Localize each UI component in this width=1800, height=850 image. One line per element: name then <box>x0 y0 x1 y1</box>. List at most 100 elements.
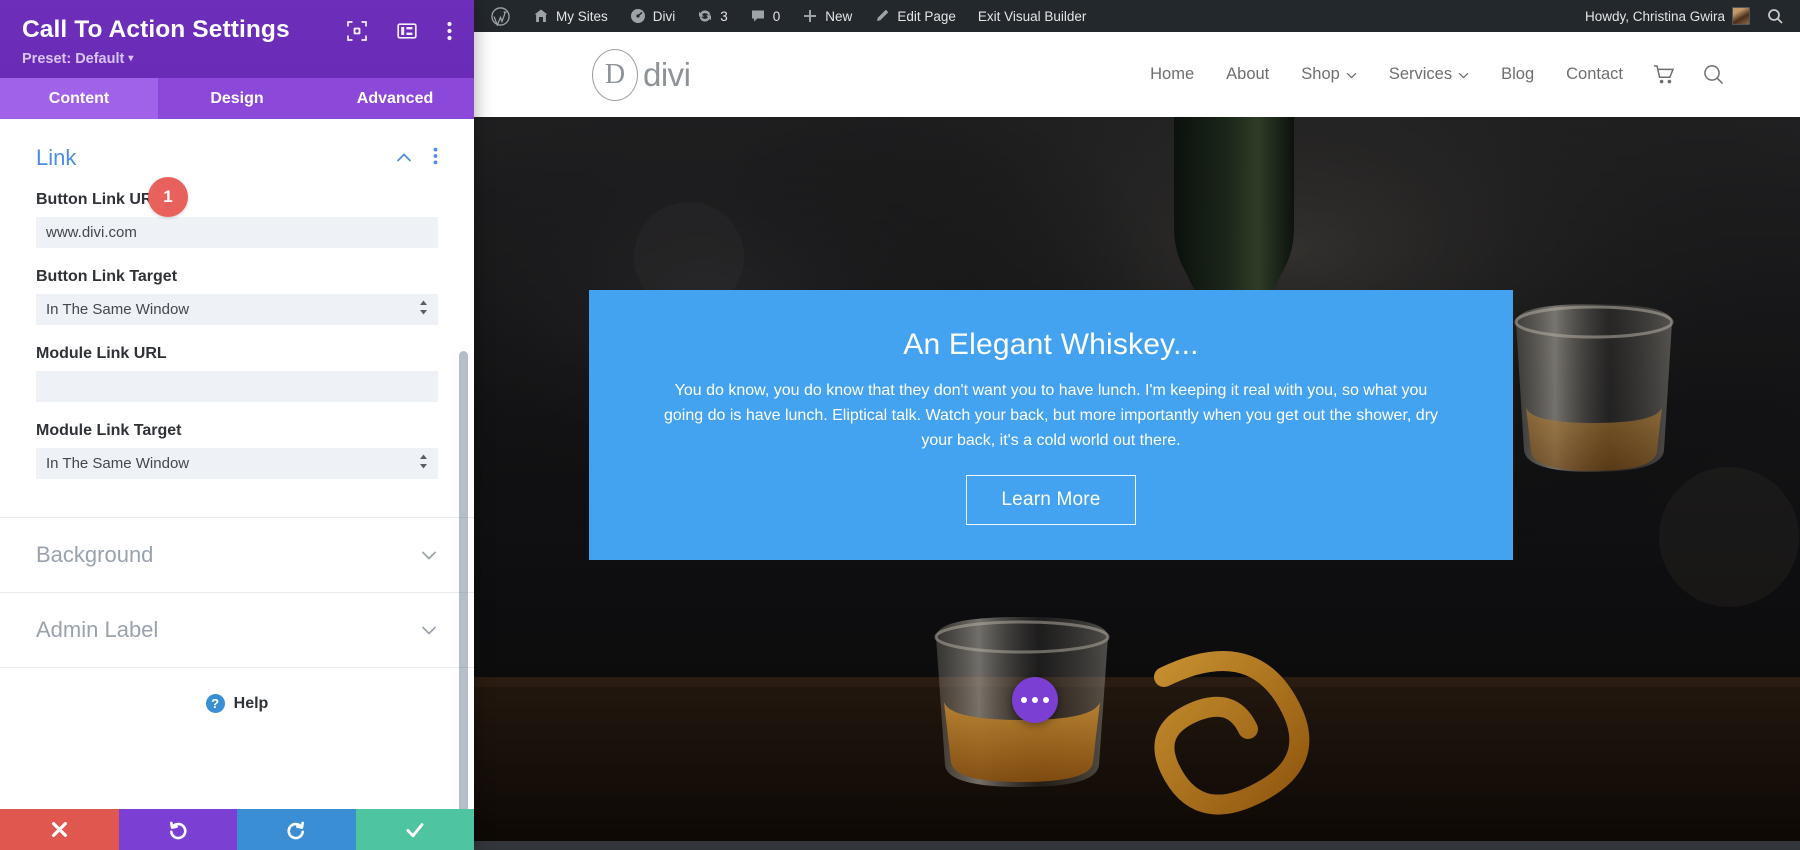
tab-label: Advanced <box>357 90 433 108</box>
settings-tabs: Content Design Advanced <box>0 78 474 119</box>
button-link-url-input[interactable] <box>36 217 438 248</box>
learn-more-button[interactable]: Learn More <box>966 475 1135 525</box>
admin-bar-label: Exit Visual Builder <box>978 9 1087 24</box>
section-title-background: Background <box>36 542 420 568</box>
admin-bar-account[interactable]: Howdy, Christina Gwira <box>1574 0 1761 32</box>
visual-builder-screen: My Sites Divi 3 0 <box>0 0 1800 850</box>
page-title: Call To Action Settings <box>22 16 347 44</box>
field-module-link-url: Module Link URL <box>0 345 474 402</box>
section-header-background[interactable]: Background <box>0 518 474 593</box>
button-link-target-select[interactable]: In The Same Window <box>36 294 438 325</box>
field-button-link-target: Button Link Target In The Same Window <box>0 268 474 325</box>
admin-bar-comments[interactable]: 0 <box>739 0 792 32</box>
nav-item-shop[interactable]: Shop <box>1285 65 1373 84</box>
cta-title: An Elegant Whiskey... <box>903 328 1198 362</box>
field-label: Button Link URL <box>36 191 438 209</box>
admin-bar-my-sites[interactable]: My Sites <box>522 0 619 32</box>
account-greeting: Howdy, Christina Gwira <box>1585 9 1725 24</box>
preset-selector[interactable]: Preset: Default ▾ <box>22 51 133 67</box>
cancel-button[interactable] <box>0 809 119 850</box>
site-preview: My Sites Divi 3 0 <box>474 0 1800 850</box>
module-settings-panel: Call To Action Settings Preset: Default ▾ <box>0 0 474 850</box>
nav-item-services[interactable]: Services <box>1373 65 1485 84</box>
dot-icon <box>1043 697 1049 703</box>
settings-panel-header: Call To Action Settings Preset: Default ▾ <box>0 0 474 78</box>
primary-nav: Home About Shop Services <box>1134 64 1738 85</box>
admin-bar-search[interactable] <box>1761 0 1800 32</box>
tab-label: Design <box>210 90 263 108</box>
logo-letter: D <box>592 49 638 101</box>
admin-bar-label: Divi <box>653 9 676 24</box>
nav-label: Services <box>1389 65 1452 84</box>
nav-item-contact[interactable]: Contact <box>1550 65 1639 84</box>
nav-label: About <box>1226 65 1269 84</box>
search-icon[interactable] <box>1689 64 1738 85</box>
chevron-up-icon[interactable] <box>395 149 413 167</box>
field-button-link-url: Button Link URL 1 <box>0 191 474 248</box>
sites-icon <box>533 8 549 24</box>
avatar <box>1732 7 1750 25</box>
admin-bar-label: My Sites <box>556 9 608 24</box>
redo-button[interactable] <box>237 809 356 850</box>
nav-item-about[interactable]: About <box>1210 65 1285 84</box>
tab-advanced[interactable]: Advanced <box>316 78 474 119</box>
section-header-admin-label[interactable]: Admin Label <box>0 593 474 668</box>
module-link-url-input[interactable] <box>36 371 438 402</box>
admin-bar-new[interactable]: New <box>791 0 863 32</box>
settings-panel-footer <box>0 809 474 850</box>
save-button[interactable] <box>356 809 475 850</box>
panel-layout-icon[interactable] <box>397 21 417 41</box>
checkmark-icon <box>404 819 426 841</box>
viewport-bottom-bar <box>474 841 1800 850</box>
search-icon <box>1767 8 1784 25</box>
admin-bar-divi[interactable]: Divi <box>619 0 687 32</box>
admin-bar-label: New <box>825 9 852 24</box>
comments-icon <box>750 8 766 24</box>
field-label: Button Link Target <box>36 268 438 286</box>
kebab-menu-icon[interactable] <box>447 21 452 41</box>
pencil-icon <box>874 8 890 24</box>
divi-dashboard-icon <box>630 8 646 24</box>
hero-section: An Elegant Whiskey... You do know, you d… <box>474 117 1800 850</box>
page-settings-fab[interactable] <box>1012 677 1058 723</box>
section-title-admin-label: Admin Label <box>36 617 420 643</box>
settings-panel-body: Link Button Link URL 1 Button Link Targe… <box>0 119 474 809</box>
chevron-down-icon[interactable] <box>420 621 438 639</box>
admin-bar-updates[interactable]: 3 <box>686 0 739 32</box>
wordpress-logo-icon <box>491 7 510 26</box>
chevron-down-icon <box>1458 65 1469 84</box>
admin-bar-label: 3 <box>720 9 728 24</box>
updates-icon <box>697 8 713 24</box>
responsive-preview-icon[interactable] <box>347 21 367 41</box>
close-icon <box>50 820 69 839</box>
admin-bar-exit-visual-builder[interactable]: Exit Visual Builder <box>967 0 1098 32</box>
logo-text: divi <box>643 56 691 94</box>
wp-logo-menu[interactable] <box>474 0 522 32</box>
nav-label: Shop <box>1301 65 1340 84</box>
section-options-kebab-icon[interactable] <box>433 147 438 170</box>
nav-label: Home <box>1150 65 1194 84</box>
caret-down-icon: ▾ <box>128 53 133 64</box>
undo-icon <box>167 819 188 840</box>
section-header-link[interactable]: Link <box>0 119 474 171</box>
plus-icon <box>802 8 818 24</box>
module-link-target-select[interactable]: In The Same Window <box>36 448 438 479</box>
admin-bar-label: Edit Page <box>897 9 956 24</box>
tab-content[interactable]: Content <box>0 78 158 119</box>
call-to-action-module[interactable]: An Elegant Whiskey... You do know, you d… <box>589 290 1513 560</box>
help-link[interactable]: ? Help <box>0 668 474 713</box>
field-label: Module Link Target <box>36 422 438 440</box>
help-label: Help <box>234 695 269 713</box>
chevron-down-icon[interactable] <box>420 546 438 564</box>
admin-bar-edit-page[interactable]: Edit Page <box>863 0 967 32</box>
field-label: Module Link URL <box>36 345 438 363</box>
preset-label: Preset: Default <box>22 51 124 67</box>
nav-item-blog[interactable]: Blog <box>1485 65 1550 84</box>
cart-icon[interactable] <box>1639 65 1689 85</box>
wordpress-admin-bar: My Sites Divi 3 0 <box>474 0 1800 32</box>
nav-item-home[interactable]: Home <box>1134 65 1210 84</box>
settings-panel-scrollbar[interactable] <box>459 351 468 809</box>
site-logo[interactable]: D divi <box>592 49 691 101</box>
tab-design[interactable]: Design <box>158 78 316 119</box>
undo-button[interactable] <box>119 809 238 850</box>
